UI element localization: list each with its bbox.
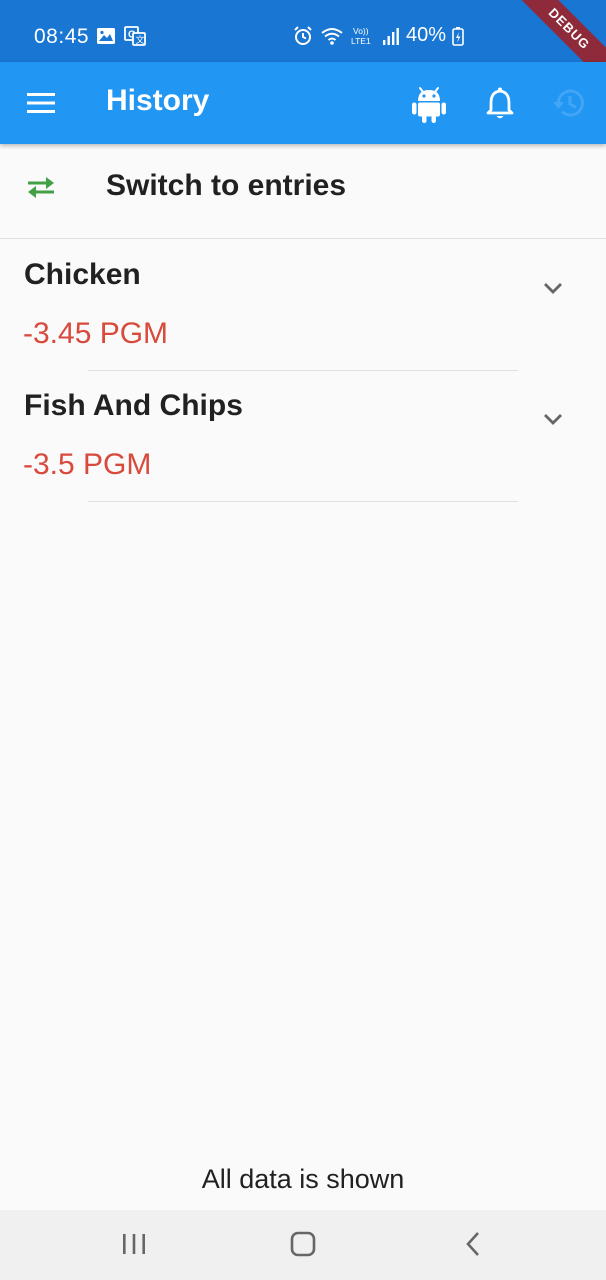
status-left-icons: G 文 — [96, 26, 146, 46]
entry-title: Chicken — [24, 258, 141, 291]
entry-amount: -3.5 PGM — [23, 448, 152, 481]
battery-icon — [452, 26, 464, 46]
entry-title: Fish And Chips — [24, 389, 243, 422]
switch-label: Switch to entries — [106, 169, 347, 202]
history-icon — [553, 89, 584, 117]
all-data-shown-label: All data is shown — [201, 1164, 405, 1194]
chevron-down-icon[interactable] — [540, 278, 566, 298]
home-icon — [290, 1231, 316, 1257]
history-button[interactable] — [550, 82, 590, 124]
alarm-icon — [294, 25, 312, 45]
home-button[interactable] — [289, 1230, 317, 1263]
hamburger-menu-icon — [27, 93, 55, 113]
back-icon — [466, 1232, 479, 1256]
android-icon — [412, 87, 446, 123]
app-bar: History — [0, 62, 606, 144]
back-button[interactable] — [460, 1230, 488, 1263]
system-nav-bar — [0, 1210, 606, 1280]
android-button[interactable] — [410, 82, 450, 124]
notifications-button[interactable] — [480, 82, 520, 124]
entry-amount: -3.45 PGM — [23, 317, 169, 350]
status-right-icons: Vo)) LTE1 40% — [292, 24, 464, 47]
list-item[interactable]: Chicken -3.45 PGM — [0, 240, 606, 371]
swap-arrows-icon — [28, 177, 54, 198]
menu-button[interactable] — [26, 90, 56, 116]
bell-icon — [486, 87, 514, 119]
page-title: History — [106, 84, 210, 117]
chevron-down-icon[interactable] — [540, 409, 566, 429]
wifi-icon — [321, 27, 343, 45]
gallery-icon — [97, 28, 115, 44]
svg-text:文: 文 — [136, 34, 145, 45]
translate-icon: G 文 — [124, 26, 146, 46]
switch-to-entries-button[interactable]: Switch to entries — [0, 144, 606, 239]
recent-apps-icon — [123, 1234, 145, 1254]
status-time: 08:45 — [34, 25, 90, 48]
volte-icon: Vo)) LTE1 — [351, 26, 371, 46]
signal-icon — [383, 27, 399, 45]
status-bar: 08:45 G 文 Vo)) LTE1 40% DEBUG — [0, 0, 606, 92]
recent-apps-button[interactable] — [120, 1230, 148, 1263]
svg-text:LTE1: LTE1 — [351, 36, 371, 46]
battery-percentage: 40% — [406, 24, 447, 46]
list-item[interactable]: Fish And Chips -3.5 PGM — [0, 371, 606, 502]
divider — [88, 501, 518, 502]
svg-text:Vo)): Vo)) — [353, 26, 369, 36]
